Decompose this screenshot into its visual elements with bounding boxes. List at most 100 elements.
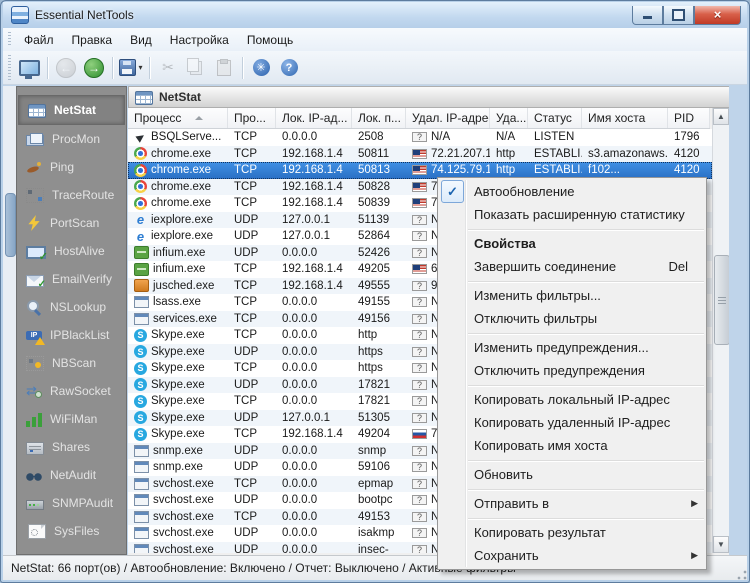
cell-proto: TCP [228, 263, 276, 275]
cell-process: infium.exe [128, 262, 228, 276]
column-header-5[interactable]: Удал. IP-адрес [406, 108, 490, 128]
sidebar-item-traceroute[interactable]: TraceRoute [17, 181, 126, 209]
column-header-2[interactable]: Про... [228, 108, 276, 128]
checkmark-icon: ✓ [441, 180, 464, 203]
cut-button[interactable]: ✂ [155, 55, 181, 81]
network-connections-button[interactable] [16, 55, 42, 81]
cell-text: iexplore.exe [151, 213, 214, 226]
title-bar[interactable]: Essential NetTools × [3, 2, 747, 28]
cell-text: snmp.exe [153, 461, 203, 474]
menu-item-8[interactable]: Отключить фильтры [438, 307, 706, 330]
menubar-item-2[interactable]: Правка [63, 30, 122, 50]
menubar-item-3[interactable]: Вид [121, 30, 161, 50]
menu-item-5[interactable]: Завершить соединение Del [438, 255, 706, 278]
cell-text: 192.168.1.4 [282, 147, 343, 160]
column-header-4[interactable]: Лок. п... [352, 108, 406, 128]
sidebar-item-procmon[interactable]: ProcMon [17, 125, 126, 153]
table-scrollbar[interactable]: ▲ ▼ [712, 108, 730, 553]
menubar-item-5[interactable]: Помощь [238, 30, 302, 50]
scroll-down-button[interactable]: ▼ [713, 536, 729, 553]
menu-item-7[interactable]: Изменить фильтры... [438, 284, 706, 307]
table-row[interactable]: BSQLServe... TCP 0.0.0.0 2508 N/A N/A LISTEN 17… [128, 129, 712, 146]
column-header-8[interactable]: Имя хоста [582, 108, 668, 128]
chrome-process-icon [134, 163, 147, 177]
sidebar-item-sysfiles[interactable]: SysFiles [17, 517, 126, 545]
menu-item-17[interactable]: Обновить [438, 463, 706, 486]
cell-local_port: 49155 [352, 296, 406, 308]
skype-process-icon [134, 345, 147, 359]
resize-grip[interactable] [736, 569, 748, 581]
menubar-item-4[interactable]: Настройка [161, 30, 238, 50]
cell-text: Skype.exe [151, 345, 205, 358]
forward-button[interactable]: → [81, 55, 107, 81]
cell-local_ip: 127.0.0.1 [276, 230, 352, 242]
menu-item-2[interactable]: Показать расширенную статистику [438, 203, 706, 226]
save-button[interactable]: ▾ [118, 55, 144, 81]
menu-item-10[interactable]: Изменить предупреждения... [438, 336, 706, 359]
sidebar-item-ping[interactable]: Ping [17, 153, 126, 181]
cell-proto: TCP [228, 131, 276, 143]
maximize-button[interactable] [663, 5, 694, 25]
menu-item-13[interactable]: Копировать локальный IP-адрес [438, 388, 706, 411]
cell-text: LISTEN [534, 131, 575, 144]
cell-text: 50813 [358, 164, 390, 177]
cell-text: 51139 [358, 213, 390, 226]
menu-item-11[interactable]: Отключить предупреждения [438, 359, 706, 382]
sidebar-item-netstat[interactable]: NetStat [18, 95, 125, 125]
column-header-6[interactable]: Уда... [490, 108, 528, 128]
cell-process: services.exe [128, 312, 228, 325]
generic-process-icon [134, 494, 149, 507]
minimize-button[interactable] [632, 5, 663, 25]
cell-local_ip: 0.0.0.0 [276, 131, 352, 143]
sidebar-item-label: IPBlackList [50, 328, 110, 342]
paste-button[interactable] [211, 55, 237, 81]
sidebar-item-nbscan[interactable]: NBScan [17, 349, 126, 377]
column-header-7[interactable]: Статус [528, 108, 582, 128]
menubar-item-1[interactable]: Файл [15, 30, 63, 50]
sidebar-item-portscan[interactable]: PortScan [17, 209, 126, 237]
sidebar-item-wifiman[interactable]: WiFiMan [17, 405, 126, 433]
cell-host: f102... [582, 164, 668, 176]
column-header-3[interactable]: Лок. IP-ад... [276, 108, 352, 128]
column-header-1[interactable]: Процесс [128, 108, 228, 128]
sidebar-scrollbar-thumb[interactable] [5, 193, 16, 257]
sidebar-item-snmpaudit[interactable]: SNMPAudit [17, 489, 126, 517]
column-header-9[interactable]: PID [668, 108, 710, 128]
sidebar-item-ipblacklist[interactable]: IPBlackList [17, 321, 126, 349]
cell-local_ip: 0.0.0.0 [276, 527, 352, 539]
menu-item-1[interactable]: ✓ Автообновление [438, 180, 706, 203]
settings-button[interactable]: ✳ [248, 55, 274, 81]
scroll-up-button[interactable]: ▲ [713, 108, 729, 125]
menu-item-14[interactable]: Копировать удаленный IP-адрес [438, 411, 706, 434]
table-row[interactable]: chrome.exe TCP 192.168.1.4 50811 72.21.207.1… [128, 145, 712, 162]
menu-item-15[interactable]: Копировать имя хоста [438, 434, 706, 457]
sidebar-item-hostalive[interactable]: HostAlive [17, 237, 126, 265]
menu-item-4[interactable]: Свойства [438, 232, 706, 255]
sidebar-scrollbar[interactable] [3, 86, 17, 555]
close-button[interactable]: × [694, 5, 741, 25]
cell-text: infium.exe [153, 246, 206, 259]
menu-item-21[interactable]: Копировать результат [438, 521, 706, 544]
sidebar-item-emailverify[interactable]: EmailVerify [17, 265, 126, 293]
cell-local_port: 52426 [352, 247, 406, 259]
cell-text: 49155 [358, 296, 390, 309]
menu-item-22[interactable]: Сохранить ▶ [438, 544, 706, 567]
cell-text: 0.0.0.0 [282, 477, 318, 490]
sidebar-item-nslookup[interactable]: NSLookup [17, 293, 126, 321]
flag-us-icon [412, 198, 427, 209]
cell-proto: TCP [228, 362, 276, 374]
back-button[interactable]: ← [53, 55, 79, 81]
menu-item-19[interactable]: Отправить в ▶ [438, 492, 706, 515]
sidebar-item-shares[interactable]: Shares [17, 433, 126, 461]
menu-item-label: Свойства [474, 236, 536, 251]
cell-text: svchost.exe [153, 510, 214, 523]
sidebar-item-rawsocket[interactable]: RawSocket [17, 377, 126, 405]
scrollbar-thumb[interactable] [714, 255, 730, 345]
help-button[interactable]: ? [276, 55, 302, 81]
window-title: Essential NetTools [35, 8, 134, 22]
skype-process-icon [134, 411, 147, 425]
copy-button[interactable] [183, 55, 209, 81]
cell-local_ip: 0.0.0.0 [276, 445, 352, 457]
sidebar-item-netaudit[interactable]: NetAudit [17, 461, 126, 489]
cell-text: N/A [431, 131, 451, 144]
